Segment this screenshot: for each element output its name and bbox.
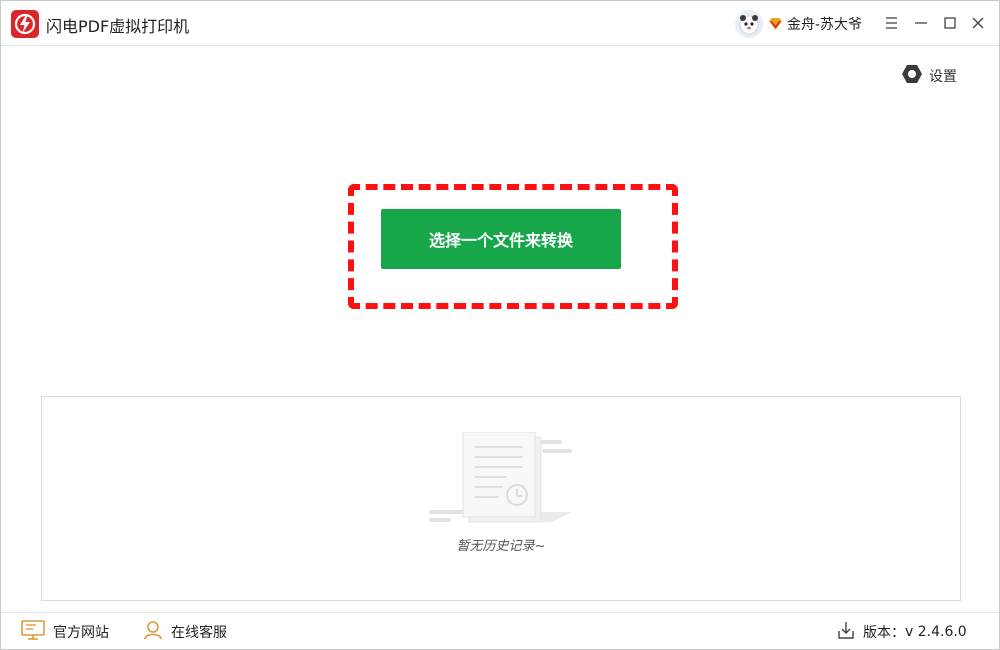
title-bar: 闪电PDF虚拟打印机 金舟-苏大爷 [1,1,999,46]
official-website-label: 官方网站 [53,625,109,641]
footer: 官方网站 在线客服 版本： v 2.4.6.0 [1,612,999,650]
history-panel: 暂无历史记录~ [41,396,961,601]
version-value: v 2.4.6.0 [905,624,967,640]
online-support-link[interactable]: 在线客服 [143,620,227,644]
close-icon[interactable] [968,13,988,33]
app-logo-icon [11,10,39,38]
empty-history-text: 暂无历史记录~ [456,539,546,554]
maximize-icon[interactable] [940,13,960,33]
vip-icon [768,16,783,30]
official-website-link[interactable]: 官方网站 [21,620,109,644]
user-name[interactable]: 金舟-苏大爷 [787,14,862,34]
version-label: 版本： [863,625,905,641]
user-icon [143,620,163,644]
app-title: 闪电PDF虚拟打印机 [46,17,190,36]
online-support-label: 在线客服 [171,625,227,641]
menu-icon[interactable] [882,13,902,33]
gear-icon [901,63,923,89]
monitor-icon [21,620,45,644]
minimize-icon[interactable] [911,13,931,33]
settings-button[interactable]: 设置 [901,65,957,87]
avatar[interactable] [735,10,763,38]
settings-label: 设置 [929,69,957,85]
app-window: 闪电PDF虚拟打印机 金舟-苏大爷 设置 选择一个文件来转换 暂无历史记录~ 官… [0,0,1000,650]
select-file-button[interactable]: 选择一个文件来转换 [381,209,621,269]
version-info: 版本： v 2.4.6.0 [837,622,967,642]
download-icon [837,620,855,644]
empty-document-icon [427,431,577,527]
